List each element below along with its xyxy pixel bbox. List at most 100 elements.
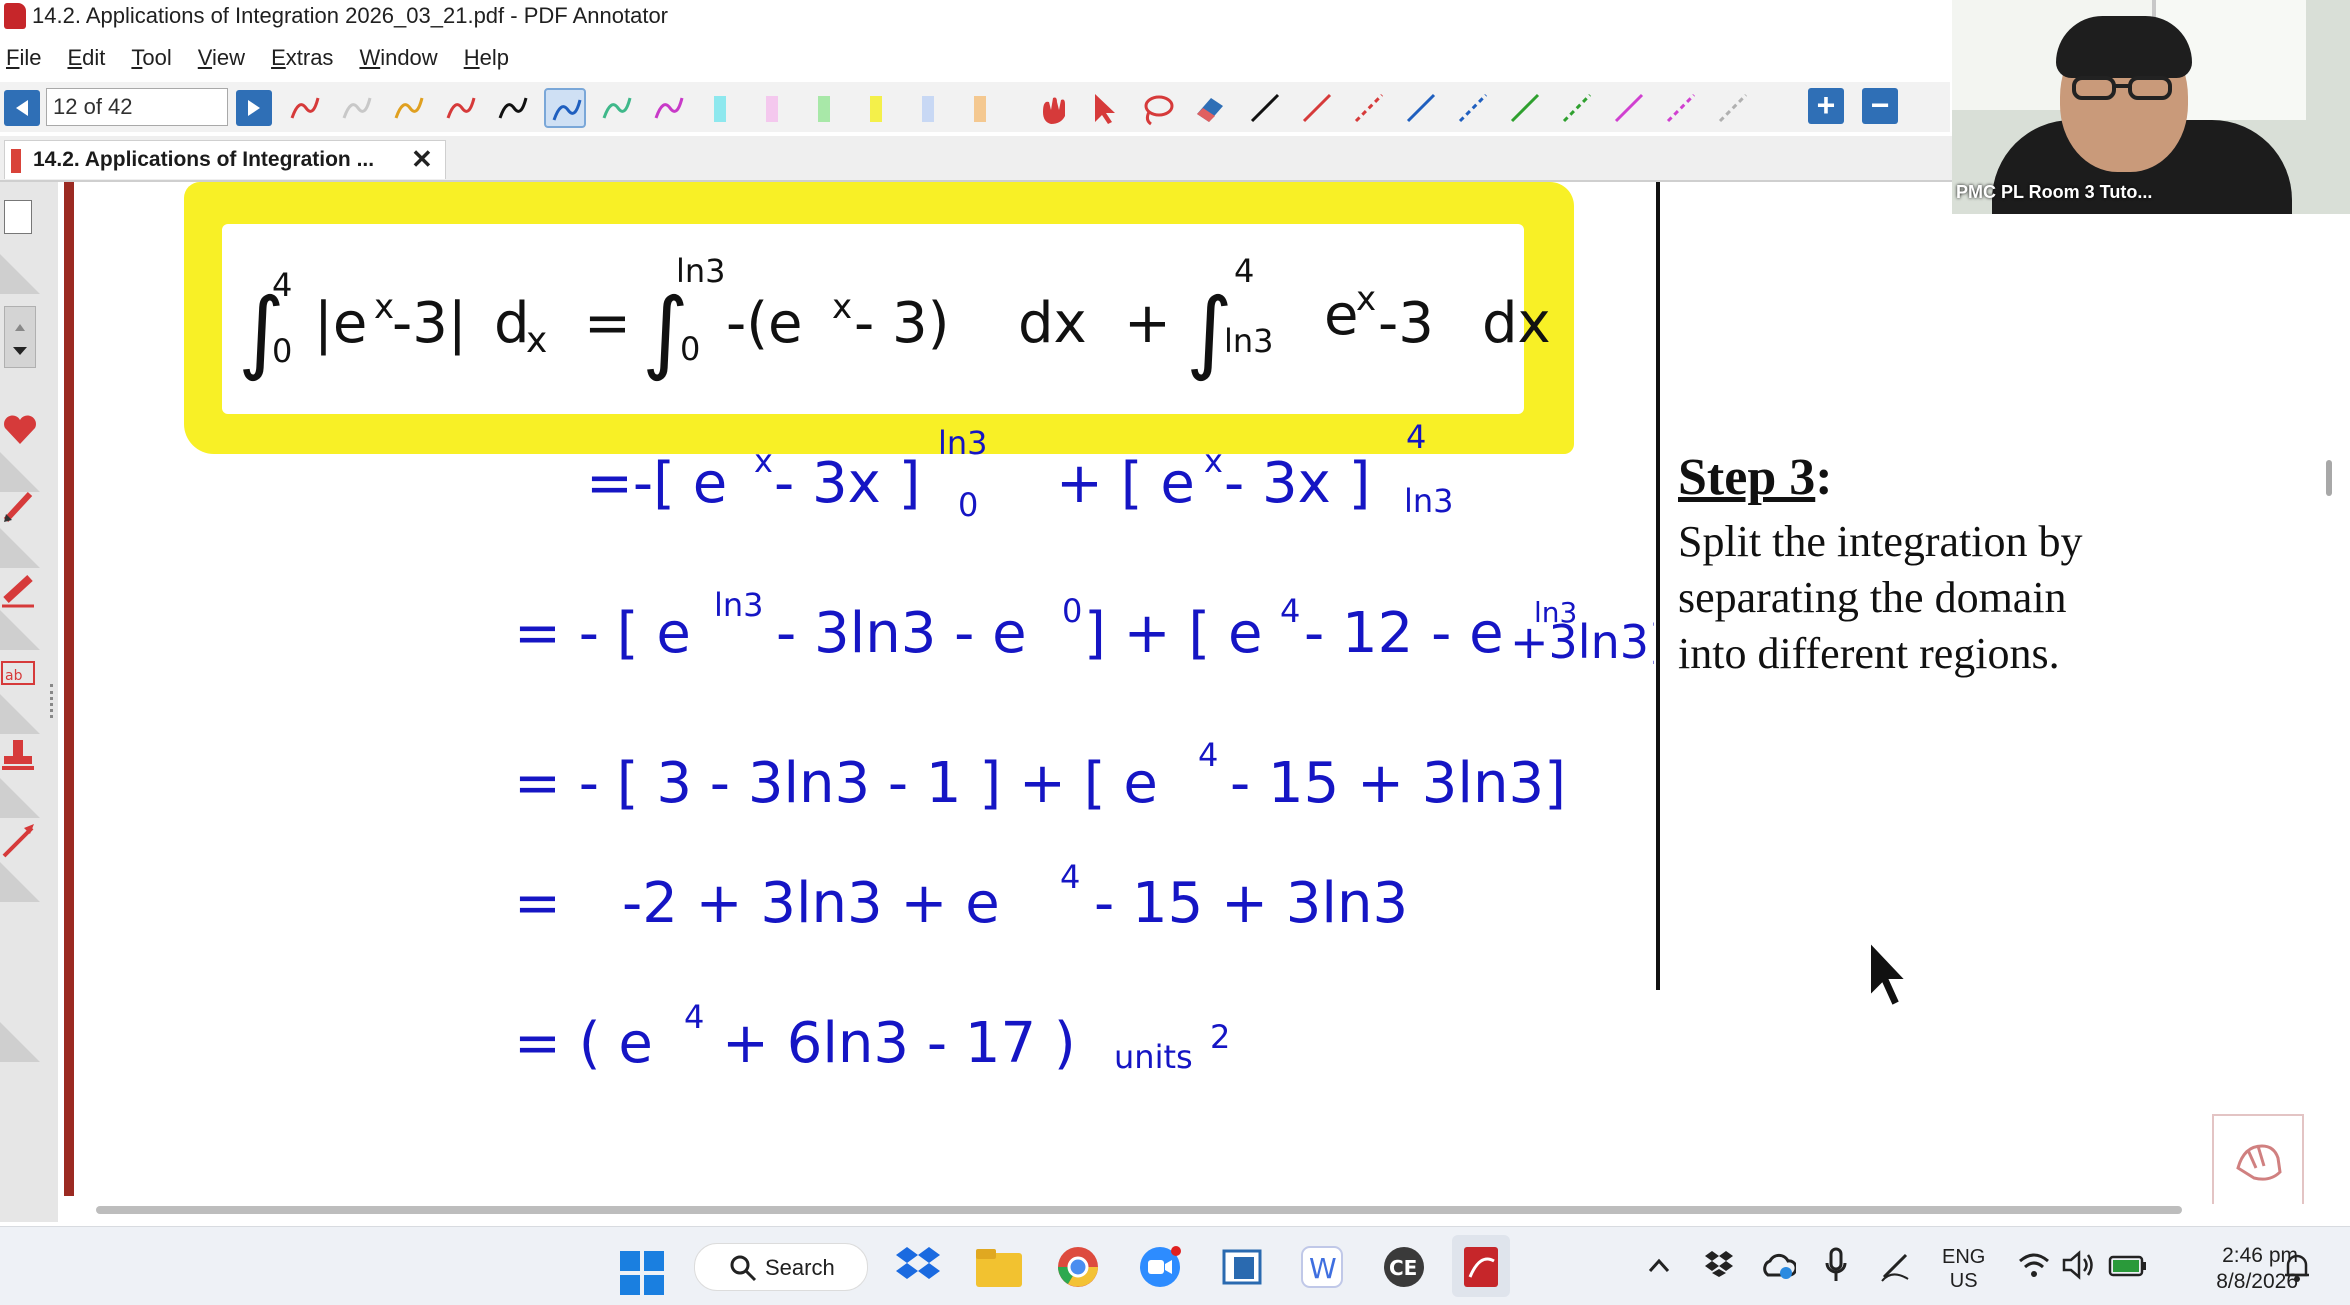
pen-preset-icon[interactable] (336, 88, 378, 128)
svg-text:|e: |e (314, 291, 367, 356)
highlighter-preset-icon[interactable] (922, 96, 934, 122)
ce-app-icon[interactable]: CE (1382, 1245, 1426, 1289)
stamp-tool-icon[interactable] (0, 736, 40, 776)
window-app-icon[interactable] (1220, 1247, 1264, 1287)
page-number-field[interactable] (46, 88, 228, 126)
handwritten-math: ∫ 4 0 |e x -3| d x = ∫ ln3 0 -(e x - 3) … (238, 252, 1654, 1076)
windows-start-icon[interactable] (620, 1251, 664, 1295)
svg-text:4: 4 (1406, 418, 1426, 456)
zoom-app-icon[interactable] (1138, 1245, 1184, 1289)
line-preset-icon[interactable] (1660, 88, 1702, 128)
chevron-up-icon[interactable] (1648, 1257, 1670, 1273)
zoom-out-button[interactable]: − (1862, 88, 1898, 124)
page-thumbnail-icon[interactable] (4, 200, 32, 234)
taskbar-search[interactable]: Search (694, 1243, 868, 1291)
pen-tool-icon[interactable] (0, 486, 40, 526)
file-explorer-icon[interactable] (976, 1247, 1022, 1287)
pen-preset-icon[interactable] (284, 88, 326, 128)
pen-preset-icon[interactable] (596, 88, 638, 128)
onedrive-icon[interactable] (1762, 1251, 1796, 1281)
zoom-in-button[interactable]: + (1808, 88, 1844, 124)
microphone-icon[interactable] (1824, 1247, 1848, 1283)
previous-page-button[interactable] (4, 90, 40, 126)
pdf-annotator-taskbar-icon (1464, 1247, 1498, 1287)
pen-preset-icon[interactable] (440, 88, 482, 128)
menu-item[interactable]: Extras (271, 45, 333, 71)
menu-item-accelerator: W (359, 45, 381, 70)
pdf-annotator-taskbar-item[interactable] (1452, 1235, 1510, 1297)
menu-item-accelerator: F (6, 45, 20, 70)
vertical-scrollbar-thumb[interactable] (2326, 460, 2332, 496)
menu-item[interactable]: Help (464, 45, 509, 71)
svg-text:= - [ e: = - [ e (514, 601, 691, 666)
horizontal-scrollbar[interactable] (96, 1206, 2182, 1214)
battery-icon[interactable] (2108, 1251, 2148, 1279)
line-preset-icon[interactable] (1504, 88, 1546, 128)
line-preset-icon[interactable] (1712, 88, 1754, 128)
word-app-icon[interactable]: W (1300, 1245, 1344, 1289)
tab-marker (11, 149, 21, 173)
document-canvas[interactable]: ∫ 4 0 |e x -3| d x = ∫ ln3 0 -(e x - 3) … (74, 182, 2336, 1204)
menu-item-accelerator: E (271, 45, 286, 70)
highlighter-preset-icon[interactable] (870, 96, 882, 122)
select-arrow-icon[interactable] (1084, 88, 1126, 128)
line-preset-icon[interactable] (1400, 88, 1442, 128)
chrome-icon[interactable] (1056, 1245, 1100, 1289)
line-preset-icon[interactable] (1348, 88, 1390, 128)
menu-item[interactable]: View (198, 45, 245, 71)
highlighter-preset-icon[interactable] (766, 96, 778, 122)
glasses-icon (2072, 76, 2172, 100)
menu-item[interactable]: File (6, 45, 41, 71)
search-label: Search (765, 1255, 835, 1280)
favorite-heart-icon[interactable] (0, 410, 40, 450)
pen-preset-icon[interactable] (492, 88, 534, 128)
pen-menu-icon[interactable] (1878, 1249, 1912, 1283)
pen-preset-icon[interactable] (648, 88, 690, 128)
volume-icon[interactable] (2062, 1249, 2096, 1281)
next-page-button[interactable] (236, 90, 272, 126)
highlighter-preset-icon[interactable] (818, 96, 830, 122)
highlighter-preset-icon[interactable] (714, 96, 726, 122)
line-preset-icon[interactable] (1296, 88, 1338, 128)
svg-text:ln3: ln3 (1404, 482, 1454, 520)
menu-item-label: ile (19, 45, 42, 70)
highlighter-tool-icon[interactable] (0, 568, 40, 608)
tab-document[interactable]: 14.2. Applications of Integration ... ✕ (4, 140, 446, 179)
wifi-icon[interactable] (2018, 1251, 2050, 1279)
eraser-icon[interactable] (1188, 88, 1230, 128)
svg-text:ln3: ln3 (676, 252, 726, 290)
menu-item[interactable]: Window (359, 45, 437, 71)
line-preset-icon[interactable] (1244, 88, 1286, 128)
svg-text:4: 4 (1234, 252, 1254, 290)
svg-text:x: x (1204, 442, 1223, 480)
menu-item-label: elp (479, 45, 509, 70)
menu-item[interactable]: Tool (131, 45, 171, 71)
pen-preset-icon[interactable] (388, 88, 430, 128)
menu-item[interactable]: Edit (67, 45, 105, 71)
dropbox-icon[interactable] (896, 1245, 940, 1287)
highlighter-preset-icon[interactable] (974, 96, 986, 122)
tab-close-icon[interactable]: ✕ (411, 144, 433, 175)
pen-preset-icon[interactable] (544, 88, 586, 128)
sidebar-resize-handle[interactable] (50, 684, 57, 718)
line-preset-icon[interactable] (1452, 88, 1494, 128)
dropbox-tray-icon[interactable] (1704, 1251, 1734, 1279)
line-preset-icon[interactable] (1556, 88, 1598, 128)
svg-text:- 15 + 3ln3]: - 15 + 3ln3] (1230, 751, 1566, 816)
svg-text:] + [ e: ] + [ e (1084, 601, 1262, 666)
arrow-tool-icon[interactable] (0, 820, 40, 860)
line-preset-icon[interactable] (1608, 88, 1650, 128)
lasso-icon[interactable] (1136, 88, 1178, 128)
step-line-2: separating the domain (1678, 573, 2067, 622)
mouse-cursor-icon (1869, 940, 1909, 1008)
raise-hand-button[interactable] (2212, 1114, 2304, 1204)
svg-text:- 3ln3 - e: - 3ln3 - e (776, 601, 1027, 666)
language-indicator[interactable]: ENG US (1942, 1245, 1985, 1293)
text-box-icon[interactable]: ab (0, 652, 40, 692)
svg-text:dx: dx (1018, 291, 1087, 356)
hand-tool-icon[interactable] (1032, 88, 1074, 128)
notification-bell-icon[interactable] (2280, 1251, 2314, 1283)
webcam-video[interactable]: PMC PL Room 3 Tuto... (1952, 0, 2350, 214)
step-line-1: Split the integration by (1678, 517, 2083, 566)
sidebar-scroll[interactable] (4, 306, 36, 368)
